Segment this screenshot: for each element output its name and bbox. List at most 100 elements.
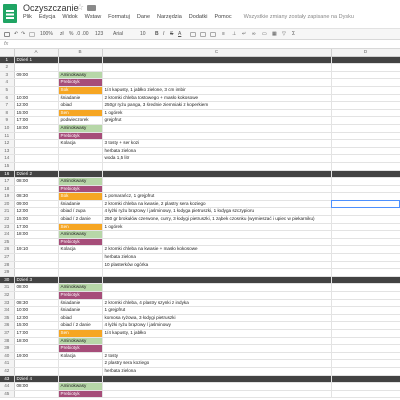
meal-cell[interactable] (58, 276, 103, 285)
day-title-cell[interactable]: Dzień 4 (14, 375, 59, 384)
time-cell[interactable] (14, 291, 59, 300)
meal-cell[interactable]: Prebiotyk (58, 390, 103, 399)
day-title-cell[interactable]: Dzień 2 (14, 170, 59, 179)
row-number[interactable]: 44 (0, 382, 15, 391)
description-cell[interactable]: 250 gr brokułów czerwone, curry, 3 łodyg… (102, 215, 332, 224)
row-number[interactable]: 2 (0, 63, 15, 72)
description-cell[interactable]: herbata zielona (102, 367, 332, 376)
meal-cell[interactable] (58, 261, 103, 270)
undo-icon[interactable]: ↶ (14, 31, 18, 38)
description-cell[interactable]: herbata zielona (102, 253, 332, 262)
time-cell[interactable]: 12:00 (14, 101, 59, 110)
time-cell[interactable]: 17:00 (14, 329, 59, 338)
row-number[interactable]: 43 (0, 375, 15, 384)
time-cell[interactable]: 17:00 (14, 116, 59, 125)
row-number[interactable]: 23 (0, 223, 15, 232)
meal-cell[interactable]: Aminokwasy (58, 230, 103, 239)
time-cell[interactable]: 19:10 (14, 245, 59, 255)
description-cell[interactable] (102, 170, 332, 179)
cell-d[interactable] (331, 109, 400, 118)
row-number[interactable]: 10 (0, 124, 15, 133)
cell-d[interactable] (331, 276, 400, 285)
description-cell[interactable] (102, 337, 332, 346)
meal-cell[interactable]: Prebiotyk (58, 291, 103, 300)
description-cell[interactable] (102, 283, 332, 292)
row-number[interactable]: 21 (0, 207, 15, 217)
meal-cell[interactable]: obiad / 2 danie (58, 321, 103, 330)
time-cell[interactable]: 18:00 (14, 230, 59, 239)
cell-d[interactable] (331, 154, 400, 163)
cell-d[interactable] (331, 268, 400, 277)
description-cell[interactable]: 2 kromki chleba tostowego + masło kokoso… (102, 94, 332, 103)
row-number[interactable]: 24 (0, 230, 15, 239)
row-number[interactable]: 39 (0, 344, 15, 353)
chart-icon[interactable]: ▦ (272, 31, 277, 38)
cell-d[interactable] (331, 170, 400, 179)
time-cell[interactable]: 12:00 (14, 207, 59, 217)
description-cell[interactable]: 1 pomarańcz, 1 grejpfrut (102, 192, 332, 201)
time-cell[interactable] (14, 139, 59, 148)
row-number[interactable]: 19 (0, 192, 15, 201)
time-cell[interactable]: 19:00 (14, 352, 59, 361)
borders-icon[interactable] (200, 32, 206, 37)
decimal-buttons[interactable]: .0 .00 (76, 31, 89, 38)
meal-cell[interactable]: Aminokwasy (58, 71, 103, 80)
cell-d[interactable] (331, 116, 400, 125)
time-cell[interactable]: 08:30 (14, 299, 59, 308)
time-cell[interactable] (14, 359, 59, 368)
time-cell[interactable] (14, 78, 59, 87)
meal-cell[interactable] (58, 375, 103, 384)
time-cell[interactable]: 08:00 (14, 177, 59, 186)
description-cell[interactable]: 250gr ryżu panga, 3 średnie ziemniaki z … (102, 101, 332, 110)
cell-d[interactable] (331, 71, 400, 80)
description-cell[interactable] (102, 382, 332, 391)
time-cell[interactable]: 18:00 (14, 124, 59, 133)
row-number[interactable]: 11 (0, 132, 15, 141)
time-cell[interactable]: 12:00 (14, 314, 59, 323)
row-number[interactable]: 42 (0, 367, 15, 376)
menu-tools[interactable]: Narzędzia (157, 14, 182, 24)
cell-d[interactable] (331, 78, 400, 87)
description-cell[interactable]: komosa ryżowa, 3 łodygi pietruszki (102, 314, 332, 323)
cell-d[interactable] (331, 63, 400, 72)
link-icon[interactable]: ∞ (252, 31, 256, 38)
row-number[interactable]: 34 (0, 306, 15, 315)
description-cell[interactable]: 1/4 kapusty, 1 jabłko (102, 329, 332, 338)
time-cell[interactable] (14, 63, 59, 72)
row-number[interactable]: 15 (0, 162, 15, 171)
description-cell[interactable]: 4 łyżki ryżu brązowy / jaśminowy (102, 321, 332, 330)
time-cell[interactable]: 15:00 (14, 109, 59, 118)
text-color-button[interactable]: A (178, 31, 181, 38)
time-cell[interactable]: 10:00 (14, 94, 59, 103)
cell-d[interactable] (331, 321, 400, 330)
row-number[interactable]: 35 (0, 314, 15, 323)
cell-d[interactable] (331, 375, 400, 384)
row-number[interactable]: 1 (0, 56, 15, 65)
time-cell[interactable] (14, 390, 59, 399)
meal-cell[interactable]: Prebiotyk (58, 132, 103, 141)
italic-button[interactable]: I (163, 31, 164, 38)
row-number[interactable]: 3 (0, 71, 15, 80)
row-number[interactable]: 37 (0, 329, 15, 338)
row-number[interactable]: 17 (0, 177, 15, 186)
font-select[interactable]: Arial (113, 31, 123, 38)
column-header-d[interactable]: D (331, 49, 400, 57)
row-number[interactable]: 20 (0, 200, 15, 209)
row-number[interactable]: 29 (0, 268, 15, 277)
meal-cell[interactable]: Sok (58, 86, 103, 95)
meal-cell[interactable]: Aminokwasy (58, 177, 103, 186)
description-cell[interactable] (102, 390, 332, 399)
row-number[interactable]: 32 (0, 291, 15, 300)
meal-cell[interactable]: Kolacja (58, 245, 103, 255)
description-cell[interactable] (102, 63, 332, 72)
menu-view[interactable]: Widok (62, 14, 77, 24)
row-number[interactable]: 22 (0, 215, 15, 224)
meal-cell[interactable] (58, 56, 103, 65)
description-cell[interactable]: 1 ogórek (102, 109, 332, 118)
time-cell[interactable]: 08:00 (14, 283, 59, 292)
row-number[interactable]: 18 (0, 185, 15, 194)
description-cell[interactable]: 2 plastry sera koziego (102, 359, 332, 368)
currency-button[interactable]: zł (60, 31, 64, 38)
menu-edit[interactable]: Edycja (39, 14, 56, 24)
percent-button[interactable]: % (69, 31, 73, 38)
